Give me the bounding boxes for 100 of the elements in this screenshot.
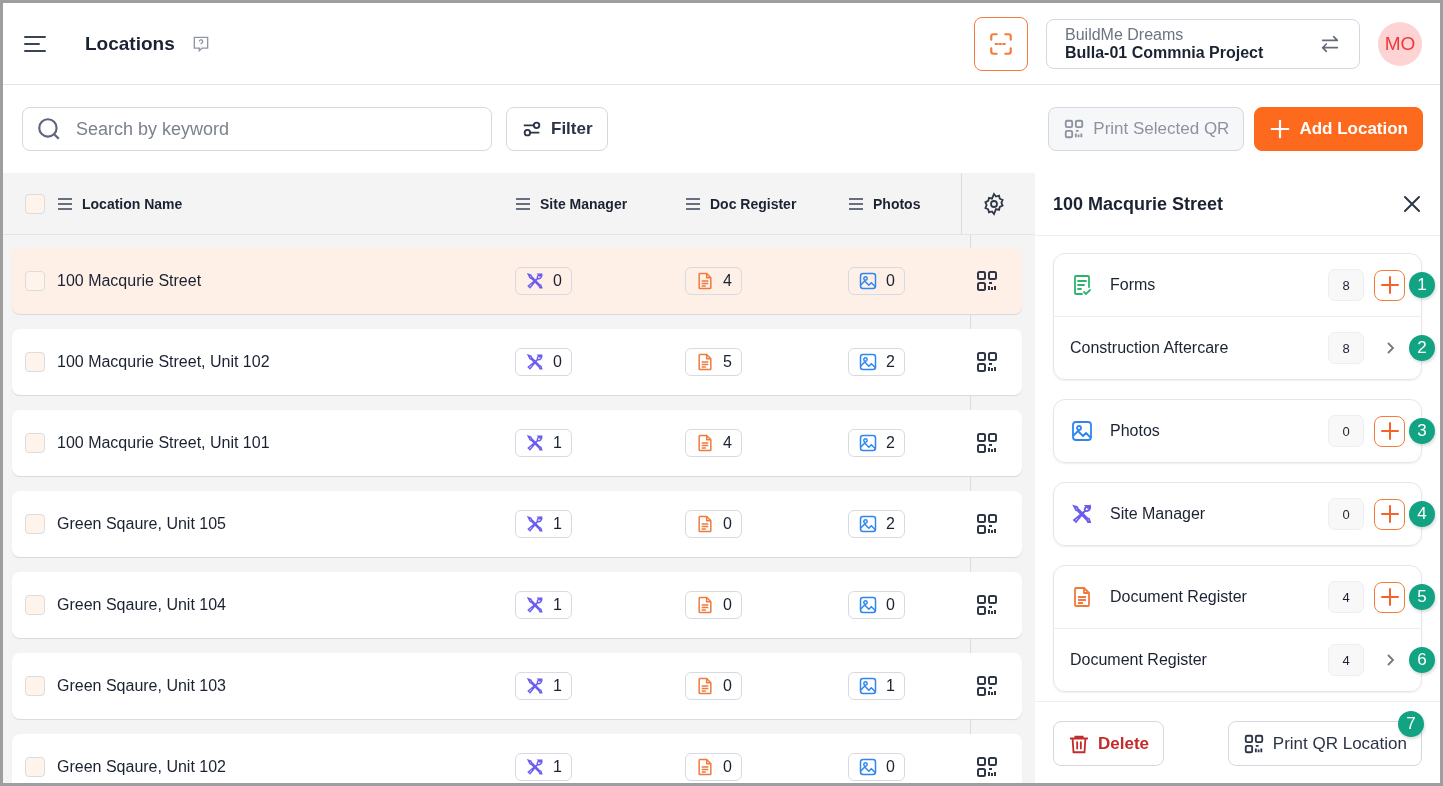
doc-register-count[interactable]: 0: [685, 753, 742, 781]
qr-code-icon: [1242, 732, 1265, 755]
row-checkbox[interactable]: [25, 595, 45, 615]
location-row[interactable]: Green Sqaure, Unit 104 1 0 0: [12, 572, 1022, 638]
add-button[interactable]: [1374, 581, 1405, 613]
site-manager-count[interactable]: 0: [515, 348, 572, 376]
location-name: 100 Macqurie Street, Unit 101: [57, 434, 270, 452]
row-checkbox[interactable]: [25, 676, 45, 696]
panel-title: 100 Macqurie Street: [1053, 193, 1224, 215]
select-all-checkbox[interactable]: [25, 193, 45, 214]
doc-register-count[interactable]: 4: [685, 267, 742, 295]
scan-button[interactable]: [974, 16, 1028, 71]
doc-register-count[interactable]: 0: [685, 672, 742, 700]
document-icon: [695, 514, 715, 534]
document-icon: [695, 676, 715, 696]
row-checkbox[interactable]: [25, 757, 45, 777]
filter-button[interactable]: Filter: [506, 107, 608, 151]
location-row[interactable]: 100 Macqurie Street, Unit 101 1 4 2: [12, 410, 1022, 476]
count-badge: 8: [1328, 332, 1364, 364]
category-label: Construction Aftercare: [1070, 339, 1230, 357]
tools-icon: [525, 595, 545, 615]
category-label: Document Register: [1110, 588, 1248, 606]
step-marker: 3: [1409, 418, 1435, 444]
image-icon: [858, 271, 878, 291]
image-icon: [858, 514, 878, 534]
column-header: Photos: [873, 195, 921, 212]
row-checkbox[interactable]: [25, 514, 45, 534]
site-manager-count[interactable]: 1: [515, 753, 572, 781]
photos-count[interactable]: 2: [848, 510, 905, 538]
doc-register-count[interactable]: 5: [685, 348, 742, 376]
drag-handle-icon[interactable]: [515, 197, 531, 210]
drag-handle-icon[interactable]: [848, 197, 864, 210]
search-field[interactable]: Search by keyword: [22, 107, 492, 151]
location-name: 100 Macqurie Street: [57, 272, 202, 290]
plus-icon: [1379, 275, 1400, 295]
location-name: Green Sqaure, Unit 104: [57, 596, 226, 614]
image-icon: [858, 757, 878, 777]
step-marker: 6: [1409, 647, 1435, 673]
count-badge: 0: [1328, 415, 1364, 447]
plus-icon: [1379, 421, 1400, 441]
search-icon: [36, 116, 62, 142]
row-checkbox[interactable]: [25, 352, 45, 372]
location-name: Green Sqaure, Unit 105: [57, 515, 226, 533]
document-icon: [695, 352, 715, 372]
location-row[interactable]: Green Sqaure, Unit 103 1 0 1: [12, 653, 1022, 719]
doc-register-count[interactable]: 0: [685, 591, 742, 619]
plus-icon: [1269, 118, 1292, 140]
image-icon: [858, 676, 878, 696]
project-selector[interactable]: BuildMe Dreams Bulla-01 Commnia Project: [1046, 18, 1360, 69]
document-icon: [695, 757, 715, 777]
row-checkbox[interactable]: [25, 271, 45, 291]
drag-handle-icon[interactable]: [685, 197, 701, 210]
doc-register-count[interactable]: 4: [685, 429, 742, 457]
menu-icon[interactable]: [23, 33, 47, 54]
location-name: Green Sqaure, Unit 102: [57, 758, 226, 776]
doc-register-count[interactable]: 0: [685, 510, 742, 538]
site-manager-count[interactable]: 1: [515, 591, 572, 619]
close-icon[interactable]: [1402, 194, 1422, 214]
site-manager-count[interactable]: 1: [515, 429, 572, 457]
document-icon: [695, 271, 715, 291]
photos-count[interactable]: 2: [848, 429, 905, 457]
count-badge: 4: [1328, 644, 1364, 676]
qr-code-icon: [1063, 118, 1086, 140]
image-icon: [858, 433, 878, 453]
image-icon: [858, 352, 878, 372]
photos-count[interactable]: 0: [848, 267, 905, 295]
site-manager-count[interactable]: 1: [515, 672, 572, 700]
plus-icon: [1379, 587, 1400, 607]
drag-handle-icon[interactable]: [57, 197, 73, 210]
settings-icon[interactable]: [982, 191, 1006, 216]
category-label: Site Manager: [1110, 505, 1207, 523]
site-manager-count[interactable]: 0: [515, 267, 572, 295]
qr-code-icon: [975, 269, 999, 293]
delete-button[interactable]: Delete: [1053, 721, 1165, 766]
location-row[interactable]: Green Sqaure, Unit 105 1 0 2: [12, 491, 1022, 557]
location-row[interactable]: 100 Macqurie Street, Unit 102 0 5 2: [12, 329, 1022, 395]
document-icon: [695, 433, 715, 453]
qr-code-icon: [975, 755, 999, 779]
photos-count[interactable]: 0: [848, 753, 905, 781]
column-header: Site Manager: [540, 195, 628, 212]
photos-count[interactable]: 1: [848, 672, 905, 700]
row-checkbox[interactable]: [25, 433, 45, 453]
location-name: 100 Macqurie Street, Unit 102: [57, 353, 270, 371]
location-name: Green Sqaure, Unit 103: [57, 677, 226, 695]
location-row[interactable]: Green Sqaure, Unit 102 1 0 0: [12, 734, 1022, 783]
tools-icon: [525, 514, 545, 534]
tools-icon: [525, 271, 545, 291]
qr-code-icon: [975, 674, 999, 698]
site-manager-count[interactable]: 1: [515, 510, 572, 538]
tools-icon: [1070, 502, 1094, 526]
add-button[interactable]: [1374, 415, 1405, 447]
add-button[interactable]: [1374, 269, 1405, 301]
location-row[interactable]: 100 Macqurie Street 0 4 0: [12, 248, 1022, 314]
document-icon: [695, 595, 715, 615]
photos-count[interactable]: 2: [848, 348, 905, 376]
step-marker: 2: [1409, 335, 1435, 361]
step-marker: 1: [1409, 272, 1435, 298]
add-button[interactable]: [1374, 498, 1405, 530]
photos-count[interactable]: 0: [848, 591, 905, 619]
qr-code-icon: [975, 593, 999, 617]
